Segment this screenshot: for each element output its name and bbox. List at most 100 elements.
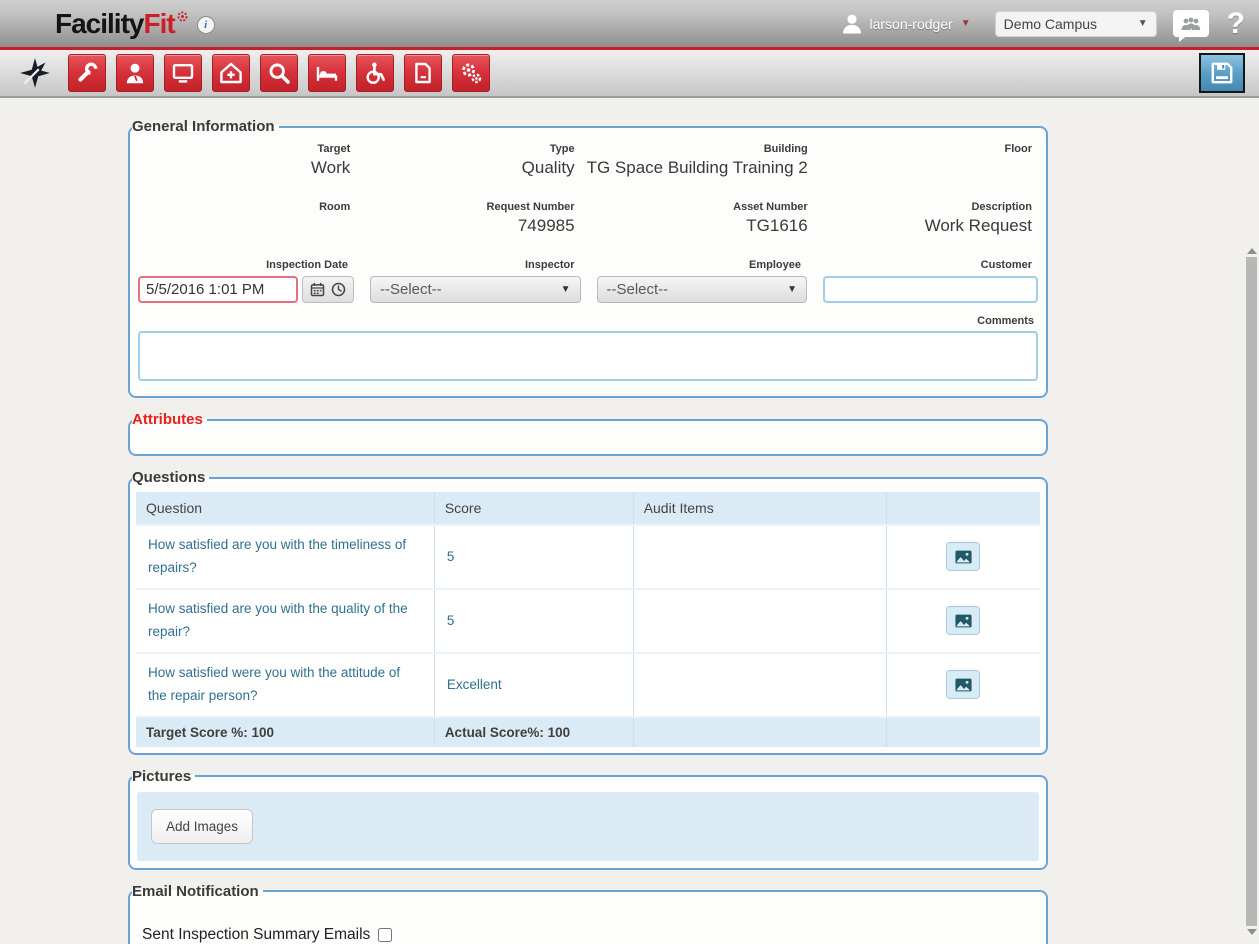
user-avatar-icon xyxy=(840,12,864,36)
add-images-button[interactable]: Add Images xyxy=(151,809,253,844)
field-room-label: Room xyxy=(138,201,350,213)
field-building-value: TG Space Building Training 2 xyxy=(587,158,808,178)
picture-icon xyxy=(955,678,972,692)
help-button[interactable]: ? xyxy=(1227,9,1245,39)
chevron-down-icon: ▼ xyxy=(787,284,797,295)
app-header: Facility Fit i larson-rodger ▼ Demo Camp… xyxy=(0,0,1259,47)
person-icon xyxy=(123,61,147,85)
logo-text-fit: Fit xyxy=(143,8,174,40)
questions-section: Questions Question Score Audit Items xyxy=(128,469,1048,755)
wrench-icon xyxy=(75,61,99,85)
field-description: Description Work Request xyxy=(820,201,1038,245)
field-target: Target Work xyxy=(138,143,356,187)
wheelchair-icon xyxy=(363,61,387,85)
inspector-select-value: --Select-- xyxy=(380,281,442,298)
locations-button[interactable] xyxy=(212,54,250,92)
search-icon xyxy=(267,61,291,85)
inspector-label: Inspector xyxy=(370,259,581,271)
work-orders-button[interactable] xyxy=(68,54,106,92)
field-request-number-label: Request Number xyxy=(362,201,574,213)
score-summary-row: Target Score %: 100 Actual Score%: 100 xyxy=(136,717,1040,747)
field-floor-label: Floor xyxy=(820,143,1032,155)
field-target-value: Work xyxy=(311,158,350,178)
field-building: Building TG Space Building Training 2 xyxy=(587,143,814,187)
column-score: Score xyxy=(434,492,633,525)
main-content: General Information Target Work Type Qua… xyxy=(0,98,1259,942)
chevron-down-icon: ▼ xyxy=(561,284,571,295)
compass-button[interactable] xyxy=(16,54,54,92)
question-score: 5 xyxy=(434,589,633,653)
attributes-section: Attributes xyxy=(128,411,1048,456)
logo-gear-icon xyxy=(176,10,189,23)
campus-select-value: Demo Campus xyxy=(1004,16,1097,32)
feedback-chat-button[interactable] xyxy=(1173,10,1209,37)
field-asset-number: Asset Number TG1616 xyxy=(587,201,814,245)
employee-label: Employee xyxy=(597,259,808,271)
save-button[interactable] xyxy=(1199,53,1245,93)
field-description-value: Work Request xyxy=(925,216,1032,236)
save-floppy-icon xyxy=(1209,60,1235,86)
field-type-label: Type xyxy=(362,143,574,155)
question-image-button[interactable] xyxy=(946,542,980,571)
pictures-drop-area: Add Images xyxy=(137,792,1039,861)
inspector-select[interactable]: --Select-- ▼ xyxy=(370,276,581,303)
question-audit-items xyxy=(633,653,886,717)
document-icon xyxy=(411,61,435,85)
questions-title: Questions xyxy=(132,469,209,486)
employee-select[interactable]: --Select-- ▼ xyxy=(597,276,808,303)
field-room: Room xyxy=(138,201,356,245)
vertical-scrollbar[interactable] xyxy=(1245,241,1258,942)
personnel-button[interactable] xyxy=(116,54,154,92)
field-request-number: Request Number 749985 xyxy=(362,201,580,245)
field-description-label: Description xyxy=(820,201,1032,213)
questions-header-row: Question Score Audit Items xyxy=(136,492,1040,525)
accessibility-button[interactable] xyxy=(356,54,394,92)
settings-button[interactable] xyxy=(452,54,490,92)
field-asset-number-label: Asset Number xyxy=(587,201,808,213)
column-audit-items: Audit Items xyxy=(633,492,886,525)
inspection-date-input[interactable] xyxy=(138,276,298,303)
column-actions xyxy=(886,492,1040,525)
rooms-button[interactable] xyxy=(308,54,346,92)
assets-button[interactable] xyxy=(164,54,202,92)
general-information-section: General Information Target Work Type Qua… xyxy=(128,118,1048,398)
customer-label: Customer xyxy=(823,259,1038,271)
field-floor: Floor xyxy=(820,143,1038,187)
column-question: Question xyxy=(136,492,434,525)
app-logo: Facility Fit xyxy=(55,8,189,40)
employee-select-value: --Select-- xyxy=(607,281,669,298)
compass-icon xyxy=(18,56,52,90)
monitor-icon xyxy=(171,61,195,85)
table-row: How satisfied are you with the quality o… xyxy=(136,589,1040,653)
chevron-down-icon: ▼ xyxy=(1138,18,1148,29)
attributes-title: Attributes xyxy=(132,411,207,428)
people-chat-icon xyxy=(1179,16,1203,32)
user-caret-icon: ▼ xyxy=(961,18,971,29)
customer-input[interactable] xyxy=(823,276,1038,303)
question-image-button[interactable] xyxy=(946,670,980,699)
gears-icon xyxy=(459,61,483,85)
search-button[interactable] xyxy=(260,54,298,92)
user-menu[interactable]: larson-rodger ▼ xyxy=(840,12,971,36)
inspection-date-label: Inspection Date xyxy=(138,259,354,271)
campus-select[interactable]: Demo Campus ▼ xyxy=(995,11,1157,37)
clock-icon[interactable] xyxy=(331,282,346,297)
scrollbar-thumb[interactable] xyxy=(1246,257,1257,926)
sent-inspection-summary-emails-label: Sent Inspection Summary Emails xyxy=(142,926,370,944)
attributes-empty-area xyxy=(130,428,1046,454)
comments-textarea[interactable] xyxy=(138,331,1038,381)
info-icon[interactable]: i xyxy=(197,16,215,34)
question-score: Excellent xyxy=(434,653,633,717)
calendar-icon[interactable] xyxy=(310,282,325,297)
reports-button[interactable] xyxy=(404,54,442,92)
question-audit-items xyxy=(633,525,886,589)
question-text: How satisfied are you with the timelines… xyxy=(136,525,434,589)
field-type-value: Quality xyxy=(522,158,575,178)
email-notification-title: Email Notification xyxy=(132,883,263,900)
scroll-down-arrow-icon[interactable] xyxy=(1247,929,1257,940)
scroll-up-arrow-icon[interactable] xyxy=(1247,243,1257,254)
sent-inspection-summary-emails-checkbox[interactable] xyxy=(378,928,392,942)
actual-score-label: Actual Score%: 100 xyxy=(434,717,633,747)
picture-icon xyxy=(955,614,972,628)
question-image-button[interactable] xyxy=(946,606,980,635)
